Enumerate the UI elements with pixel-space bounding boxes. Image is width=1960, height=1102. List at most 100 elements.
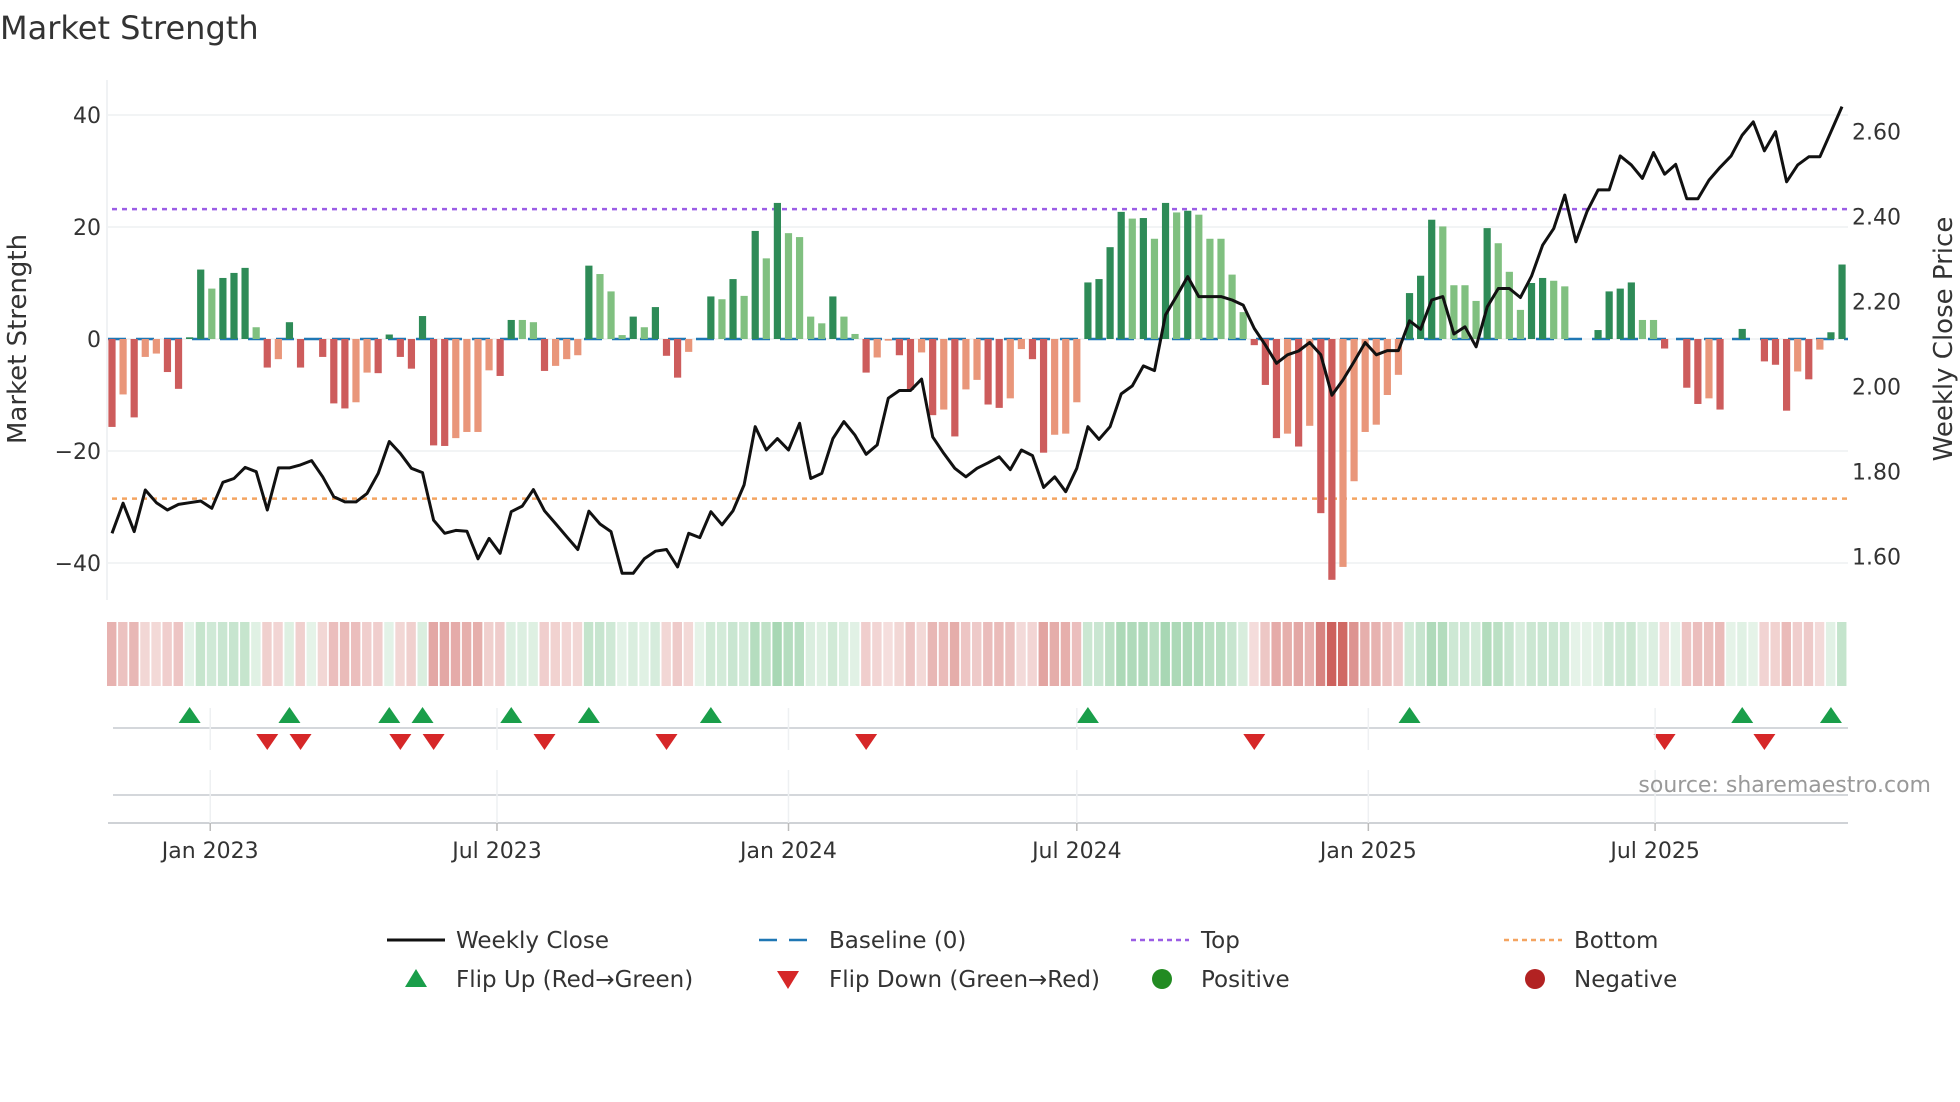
strength-bar [795,237,804,339]
chart-title: Market Strength [0,9,259,47]
x-tick-label: Jan 2024 [738,839,837,864]
strength-bar [1128,218,1136,339]
strength-bar [396,339,404,357]
strength-bar [1039,339,1048,453]
circle-icon [1525,969,1545,989]
strength-bar [951,339,959,437]
strip-cell [1149,622,1159,686]
y-right-tick-label: 2.20 [1852,291,1901,316]
legend-item-dot-neg: Negative [1525,967,1677,993]
strip-cell [273,622,283,686]
strip-cell [1482,622,1492,686]
strip-cell [1803,622,1814,686]
strength-bar [1838,264,1846,339]
left-axis-title: Market Strength [3,234,33,444]
strip-cell [417,622,427,686]
strip-cell [938,622,949,686]
strip-cell [606,622,616,686]
legend-item-dot-bottom: Bottom [1504,928,1658,954]
strength-bar [152,339,160,354]
strip-cell [1060,622,1071,686]
strength-bar [895,339,903,356]
strength-bar [1561,286,1569,339]
strip-cell [1116,622,1126,686]
strip-cell [1581,622,1592,686]
strength-bar [285,322,294,339]
legend: Weekly Close Baseline (0) Top Bottom Flip Up… [387,928,1677,993]
strip-cell [1171,622,1182,686]
y-tick-label: 20 [73,216,101,241]
strength-bar [818,323,826,339]
strength-bar [1051,339,1059,435]
strength-bar [1006,339,1014,399]
strip-cell [295,622,305,686]
strength-heat-strip [107,622,1847,686]
strength-bar [319,339,327,357]
strength-bar [607,291,615,339]
strength-bar [640,327,648,339]
strip-cell [1781,622,1791,686]
legend-item-tri-up: Flip Up (Red→Green) [405,967,693,993]
flip-up-marker [178,707,201,723]
strip-cell [1770,622,1780,686]
strip-cell [1293,622,1304,686]
strength-bar [1539,277,1547,339]
strength-bar [851,333,859,339]
strip-cell [905,622,915,686]
x-ticks: Jan 2023 Jul 2023 Jan 2024 Jul 2024 Jan 2025… [160,708,1700,864]
strength-bar [1505,271,1513,339]
y-tick-label: −20 [55,440,101,465]
strength-bar [1805,339,1813,380]
strength-bar [618,335,626,339]
strength-bar [1206,238,1214,339]
strength-bar [906,339,915,390]
strength-bar [662,339,671,356]
strip-cell [1681,622,1692,686]
strength-bar [197,269,205,339]
strength-bar [984,339,992,405]
strength-bar [108,339,116,427]
strength-bar [1117,211,1125,339]
strip-cell [317,622,328,686]
strength-bar [1483,228,1491,339]
strength-bar [707,296,715,339]
strength-bar [1017,339,1025,350]
strength-bar [1084,282,1092,339]
strength-bar [296,339,305,368]
strip-cell [1626,622,1636,686]
strip-cell [228,622,239,686]
strip-cell [1493,622,1503,686]
strip-cell [1005,622,1015,686]
strip-cell [1415,622,1426,686]
strength-bar [1383,339,1391,395]
strip-cell [1471,622,1481,686]
strip-cell [916,622,926,686]
strip-cell [1393,622,1403,686]
strength-bar [1295,339,1303,447]
strength-bar [341,339,349,409]
strength-bar [485,339,493,371]
strength-bar [929,339,937,416]
y-tick-label: 0 [87,328,101,353]
strength-bar [995,339,1003,408]
strength-bar [685,339,693,352]
strip-cell [195,622,206,686]
strip-cell [362,622,372,686]
strength-bar [274,339,282,360]
y-tick-label: 40 [73,104,101,129]
strength-bar [1661,339,1669,349]
legend-label: Weekly Close [456,928,609,954]
flip-up-marker [1398,707,1421,723]
strip-cell [1726,622,1736,686]
strip-cell [350,622,361,686]
strength-bar [1150,238,1159,339]
legend-item-dash: Baseline (0) [759,928,966,954]
strip-cell [1082,622,1093,686]
strip-cell [1448,622,1459,686]
strength-bar [884,339,892,341]
strip-cell [1792,622,1803,686]
strip-cell [1227,622,1237,686]
strip-cell [1193,622,1204,686]
strength-bar [474,339,482,432]
strength-bar [563,339,571,360]
